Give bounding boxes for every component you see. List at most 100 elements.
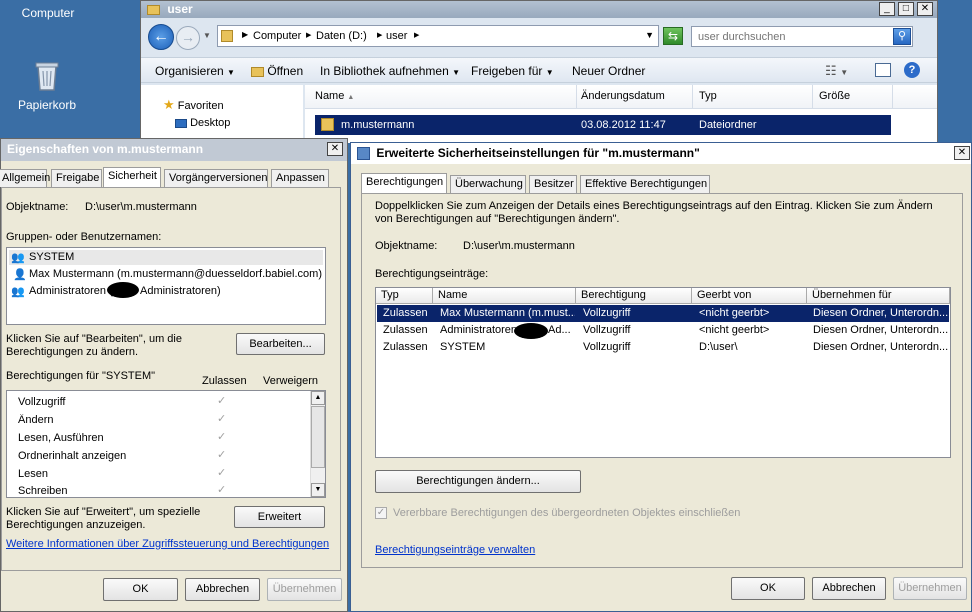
share-menu[interactable]: Freigeben für ▼ [471, 64, 554, 78]
redaction-mark [107, 282, 139, 298]
column-type[interactable]: Typ [693, 85, 813, 109]
info-text: Doppelklicken Sie zum Anzeigen der Detai… [375, 200, 933, 225]
column-inherited-from[interactable]: Geerbt von [692, 288, 807, 304]
column-date[interactable]: Änderungsdatum [577, 85, 693, 109]
chevron-down-icon[interactable]: ▼ [645, 30, 654, 40]
tab-sharing[interactable]: Freigabe [51, 169, 102, 187]
breadcrumb-daten[interactable]: Daten (D:) [316, 30, 367, 42]
desktop-icon-computer[interactable]: Computer [8, 0, 88, 20]
folder-icon [147, 4, 160, 15]
groups-list[interactable]: 👥 SYSTEM 👤 Max Mustermann (m.mustermann@… [6, 247, 326, 325]
address-bar[interactable]: ▶ Computer ▶ Daten (D:) ▶ user ▶ ▼ [217, 25, 659, 47]
object-name-value: D:\user\m.mustermann [85, 201, 197, 213]
search-box[interactable]: ⚲ [691, 26, 913, 47]
column-permission[interactable]: Berechtigung [576, 288, 692, 304]
properties-tabs: Allgemein Freigabe Sicherheit Vorgängerv… [0, 167, 349, 189]
view-options-icon[interactable]: ☷ ▼ [825, 63, 848, 79]
file-type: Dateiordner [699, 119, 757, 131]
window-controls: _ □ ✕ [878, 2, 933, 16]
desktop-item[interactable]: Desktop [175, 117, 230, 129]
forward-button[interactable]: → [176, 26, 200, 50]
check-icon: ✓ [217, 431, 227, 443]
shield-icon [357, 147, 370, 161]
tab-auditing[interactable]: Überwachung [450, 175, 526, 193]
preview-pane-icon[interactable] [875, 63, 891, 77]
column-name[interactable]: Name [433, 288, 576, 304]
arrow-right-icon: → [181, 29, 195, 45]
close-icon[interactable]: ✕ [954, 146, 970, 160]
library-menu[interactable]: In Bibliothek aufnehmen ▼ [320, 64, 460, 78]
file-row[interactable]: m.mustermann 03.08.2012 11:47 Dateiordne… [315, 115, 891, 135]
list-item[interactable]: 👥 SYSTEM [9, 250, 323, 265]
cancel-button[interactable]: Abbrechen [185, 578, 260, 601]
deny-column-label: Verweigern [263, 375, 319, 387]
list-item[interactable]: 👤 Max Mustermann (m.mustermann@duesseldo… [9, 267, 323, 282]
open-button[interactable]: Öffnen [251, 64, 303, 78]
manage-entries-link[interactable]: Berechtigungseinträge verwalten [375, 544, 535, 556]
explorer-window: user _ □ ✕ ← → ▼ ▶ Computer ▶ Daten (D:)… [140, 0, 938, 143]
history-dropdown[interactable]: ▼ [203, 31, 211, 40]
tab-permissions[interactable]: Berechtigungen [361, 173, 447, 193]
arrow-left-icon: ← [153, 28, 169, 45]
file-list-header: Name ▲ Änderungsdatum Typ Größe [305, 85, 937, 109]
ok-button[interactable]: OK [103, 578, 178, 601]
column-applies-to[interactable]: Übernehmen für [807, 288, 950, 304]
object-name-label: Objektname: [6, 201, 69, 213]
column-name[interactable]: Name ▲ [305, 85, 577, 109]
apply-button[interactable]: Übernehmen [267, 578, 342, 601]
organize-menu[interactable]: Organisieren ▼ [155, 64, 235, 78]
advanced-titlebar: Erweiterte Sicherheitseinstellungen für … [351, 143, 971, 164]
desktop-icon-computer-label: Computer [21, 6, 75, 20]
edit-button[interactable]: Bearbeiten... [236, 333, 325, 355]
maximize-icon[interactable]: □ [897, 2, 914, 16]
file-name: m.mustermann [341, 119, 415, 131]
tab-effective-permissions[interactable]: Effektive Berechtigungen [580, 175, 710, 193]
breadcrumb-user[interactable]: user [386, 30, 407, 42]
cancel-button[interactable]: Abbrechen [812, 577, 886, 600]
object-name-value: D:\user\m.mustermann [463, 240, 575, 252]
advanced-title: Erweiterte Sicherheitseinstellungen für … [376, 146, 700, 160]
apply-button[interactable]: Übernehmen [893, 577, 967, 600]
table-row: Schreiben ✓ [18, 484, 227, 497]
minimize-icon[interactable]: _ [878, 2, 895, 16]
advanced-button[interactable]: Erweitert [234, 506, 325, 528]
help-icon[interactable]: ? [904, 62, 920, 78]
more-info-link[interactable]: Weitere Informationen über Zugriffssteue… [6, 538, 329, 550]
navigation-pane: ★ Favoriten Desktop [141, 85, 303, 143]
inherit-checkbox[interactable]: ✓ [375, 507, 387, 519]
breadcrumb-computer[interactable]: Computer [253, 30, 301, 42]
tab-security[interactable]: Sicherheit [103, 167, 161, 187]
check-icon: ✓ [217, 467, 227, 479]
tab-general[interactable]: Allgemein [0, 169, 50, 187]
desktop-icon-recycle-bin[interactable]: Papierkorb [7, 60, 87, 112]
advanced-security-dialog: Erweiterte Sicherheitseinstellungen für … [350, 142, 972, 612]
ok-button[interactable]: OK [731, 577, 805, 600]
change-permissions-button[interactable]: Berechtigungen ändern... [375, 470, 581, 493]
table-row[interactable]: Zulassen Administratoren ( Ad... Vollzug… [377, 322, 949, 339]
table-row[interactable]: Zulassen Max Mustermann (m.must... Vollz… [377, 305, 949, 322]
back-button[interactable]: ← [148, 24, 174, 50]
search-input[interactable] [694, 28, 884, 45]
list-item[interactable]: 👥 Administratoren ( Administratoren) [9, 282, 323, 299]
favorites-item[interactable]: ★ Favoriten [163, 97, 224, 113]
advanced-hint: Klicken Sie auf "Erweitert", um speziell… [6, 506, 201, 531]
new-folder-button[interactable]: Neuer Ordner [572, 64, 645, 78]
edit-hint: Klicken Sie auf "Bearbeiten", um die Ber… [6, 333, 182, 358]
recycle-bin-icon [35, 62, 59, 91]
redaction-mark [514, 323, 548, 339]
table-row: Ändern ✓ [18, 413, 227, 426]
column-type[interactable]: Typ [376, 288, 433, 304]
search-icon[interactable]: ⚲ [893, 28, 911, 45]
tab-owner[interactable]: Besitzer [529, 175, 577, 193]
refresh-button[interactable]: ⇆ [663, 27, 683, 45]
table-row: Lesen, Ausführen ✓ [18, 431, 227, 444]
tab-previous-versions[interactable]: Vorgängerversionen [164, 169, 268, 187]
close-icon[interactable]: ✕ [917, 2, 933, 16]
column-size[interactable]: Größe [813, 85, 893, 109]
tab-customize[interactable]: Anpassen [271, 169, 329, 187]
advanced-tabs: Berechtigungen Überwachung Besitzer Effe… [361, 173, 961, 195]
table-row[interactable]: Zulassen SYSTEM Vollzugriff D:\user\ Die… [377, 339, 949, 356]
explorer-toolbar: Organisieren ▼ Öffnen In Bibliothek aufn… [141, 57, 937, 83]
groups-label: Gruppen- oder Benutzernamen: [6, 231, 162, 243]
close-icon[interactable]: ✕ [327, 142, 343, 156]
